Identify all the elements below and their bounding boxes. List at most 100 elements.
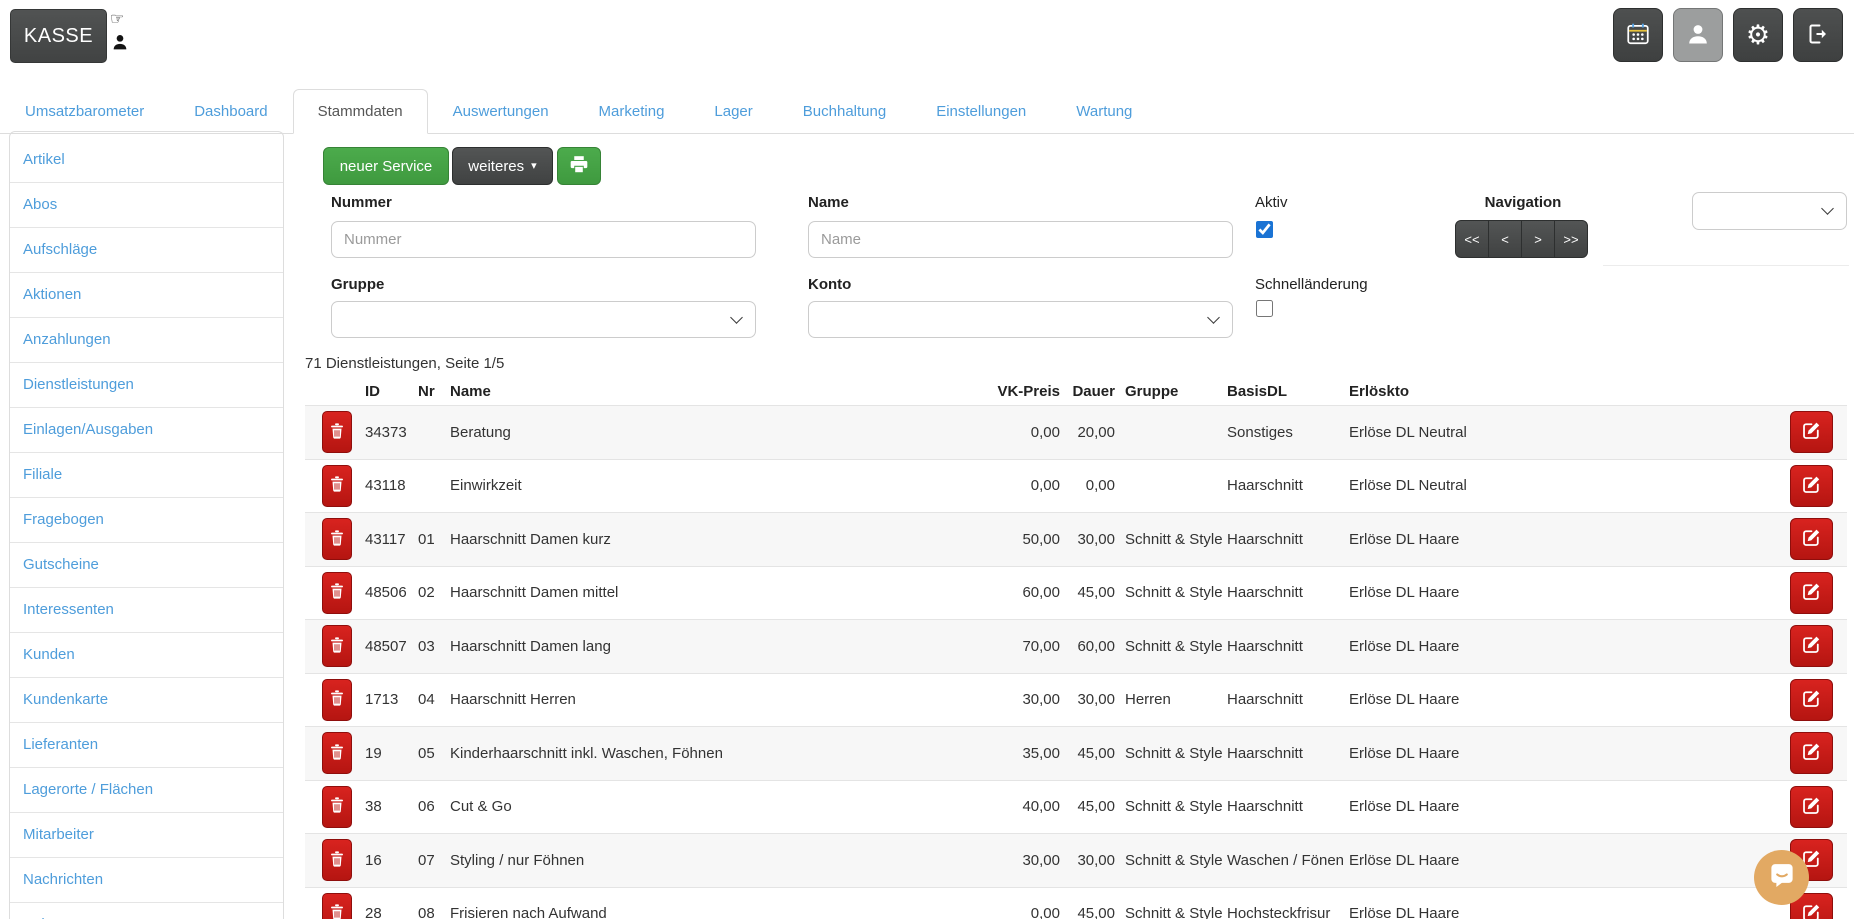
edit-icon xyxy=(1802,689,1821,711)
tab-wartung[interactable]: Wartung xyxy=(1051,89,1157,134)
tab-buchhaltung[interactable]: Buchhaltung xyxy=(778,89,911,134)
konto-label: Konto xyxy=(808,276,852,293)
col-header-dauer: Dauer xyxy=(1072,382,1115,400)
row-delete-button[interactable] xyxy=(322,518,352,561)
row-gruppe: Schnitt & Style xyxy=(1125,530,1223,548)
col-header-nr: Nr xyxy=(418,382,435,400)
row-erloeskto: Erlöse DL Haare xyxy=(1349,584,1460,602)
sidebar-item-filiale[interactable]: Filiale xyxy=(10,452,283,497)
sidebar-item-fragebogen[interactable]: Fragebogen xyxy=(10,497,283,542)
edit-icon xyxy=(1802,528,1821,550)
row-edit-button[interactable] xyxy=(1790,732,1833,775)
konto-select[interactable] xyxy=(808,301,1233,338)
more-dropdown-button[interactable]: weiteres ▾ xyxy=(452,147,553,185)
gruppe-select[interactable] xyxy=(331,301,756,338)
sidebar-item-nachrichten[interactable]: Nachrichten xyxy=(10,857,283,902)
row-basisdl: Haarschnitt xyxy=(1227,477,1303,495)
sidebar-item-interessenten[interactable]: Interessenten xyxy=(10,587,283,632)
table-header: ID Nr Name VK-Preis Dauer Gruppe BasisDL… xyxy=(305,377,1847,405)
calendar-button[interactable] xyxy=(1613,8,1663,62)
row-delete-button[interactable] xyxy=(322,571,352,614)
row-gruppe: Schnitt & Style xyxy=(1125,798,1223,816)
kasse-logo-button[interactable]: KASSE xyxy=(10,9,107,63)
nav-button-next[interactable]: > xyxy=(1521,220,1555,258)
col-header-erloeskto: Erlöskto xyxy=(1349,382,1410,400)
row-vk-preis: 35,00 xyxy=(1022,744,1060,762)
row-delete-button[interactable] xyxy=(322,892,352,919)
printer-icon xyxy=(569,155,589,178)
table-row: 48507 03 Haarschnitt Damen lang 70,00 60… xyxy=(305,619,1847,673)
tab-stammdaten[interactable]: Stammdaten xyxy=(292,89,428,134)
col-header-name: Name xyxy=(450,382,491,400)
jump-select[interactable] xyxy=(1692,192,1847,230)
row-delete-button[interactable] xyxy=(322,625,352,668)
nav-button-first[interactable]: << xyxy=(1455,220,1489,258)
row-delete-button[interactable] xyxy=(322,411,352,454)
sidebar-item-kundenkarte[interactable]: Kundenkarte xyxy=(10,677,283,722)
sidebar-item-lagerorte-flächen[interactable]: Lagerorte / Flächen xyxy=(10,767,283,812)
row-vk-preis: 70,00 xyxy=(1022,637,1060,655)
logout-button[interactable] xyxy=(1793,8,1843,62)
main-tabs: Umsatzbarometer Dashboard Stammdaten Auswer… xyxy=(0,89,1854,134)
gruppe-label: Gruppe xyxy=(331,276,385,293)
print-button[interactable] xyxy=(557,147,601,185)
sidebar-item-abos[interactable]: Abos xyxy=(10,182,283,227)
sidebar-item-dienstleistungen[interactable]: Dienstleistungen xyxy=(10,362,283,407)
row-nr: 02 xyxy=(418,584,435,602)
name-input[interactable] xyxy=(808,221,1233,258)
row-id: 28 xyxy=(365,905,382,919)
nav-button-prev[interactable]: < xyxy=(1488,220,1522,258)
aktiv-checkbox[interactable] xyxy=(1256,221,1273,238)
pointing-hand-icon: ☞ xyxy=(110,11,125,28)
sidebar-item-einlagen-ausgaben[interactable]: Einlagen/Ausgaben xyxy=(10,407,283,452)
row-delete-button[interactable] xyxy=(322,839,352,882)
new-service-button[interactable]: neuer Service xyxy=(323,147,449,185)
row-delete-button[interactable] xyxy=(322,785,352,828)
row-edit-button[interactable] xyxy=(1790,785,1833,828)
row-vk-preis: 60,00 xyxy=(1022,584,1060,602)
sidebar-item-anzahlungen[interactable]: Anzahlungen xyxy=(10,317,283,362)
row-edit-button[interactable] xyxy=(1790,571,1833,614)
sidebar-item-lieferanten[interactable]: Lieferanten xyxy=(10,722,283,767)
table-row: 1713 04 Haarschnitt Herren 30,00 30,00 H… xyxy=(305,672,1847,727)
tab-einstellungen[interactable]: Einstellungen xyxy=(911,89,1051,134)
tab-umsatzbarometer[interactable]: Umsatzbarometer xyxy=(0,89,169,134)
tab-auswertungen[interactable]: Auswertungen xyxy=(428,89,574,134)
row-edit-button[interactable] xyxy=(1790,518,1833,561)
chat-bubble-button[interactable] xyxy=(1754,850,1809,905)
row-edit-button[interactable] xyxy=(1790,678,1833,721)
row-edit-button[interactable] xyxy=(1790,464,1833,507)
row-erloeskto: Erlöse DL Haare xyxy=(1349,637,1460,655)
row-nr: 01 xyxy=(418,530,435,548)
sidebar-item-gutscheine[interactable]: Gutscheine xyxy=(10,542,283,587)
user-button[interactable] xyxy=(1673,8,1723,62)
tab-marketing[interactable]: Marketing xyxy=(574,89,690,134)
row-delete-button[interactable] xyxy=(322,464,352,507)
sidebar-item-aktionen[interactable]: Aktionen xyxy=(10,272,283,317)
trash-icon xyxy=(330,851,344,870)
row-edit-button[interactable] xyxy=(1790,625,1833,668)
nav-button-last[interactable]: >> xyxy=(1554,220,1588,258)
sidebar-item-artikel[interactable]: Artikel xyxy=(10,138,283,182)
schnellaenderung-checkbox[interactable] xyxy=(1256,300,1273,317)
row-id: 38 xyxy=(365,798,382,816)
nummer-input[interactable] xyxy=(331,221,756,258)
tab-dashboard[interactable]: Dashboard xyxy=(169,89,292,134)
settings-button[interactable]: ⚙ xyxy=(1733,8,1783,62)
row-id: 43118 xyxy=(365,477,406,495)
col-header-vk-preis: VK-Preis xyxy=(997,382,1060,400)
row-delete-button[interactable] xyxy=(322,678,352,721)
row-edit-button[interactable] xyxy=(1790,411,1833,454)
row-delete-button[interactable] xyxy=(322,732,352,775)
row-name: Einwirkzeit xyxy=(450,477,522,495)
sidebar-item-kunden[interactable]: Kunden xyxy=(10,632,283,677)
nummer-label: Nummer xyxy=(331,194,392,211)
tab-lager[interactable]: Lager xyxy=(689,89,777,134)
sidebar-item-salons[interactable]: Salons xyxy=(10,902,283,919)
sidebar-item-aufschläge[interactable]: Aufschläge xyxy=(10,227,283,272)
sidebar-item-mitarbeiter[interactable]: Mitarbeiter xyxy=(10,812,283,857)
caret-down-icon: ▾ xyxy=(531,159,537,172)
row-vk-preis: 0,00 xyxy=(1030,905,1060,919)
row-name: Styling / nur Föhnen xyxy=(450,851,585,869)
row-erloeskto: Erlöse DL Neutral xyxy=(1349,423,1467,441)
